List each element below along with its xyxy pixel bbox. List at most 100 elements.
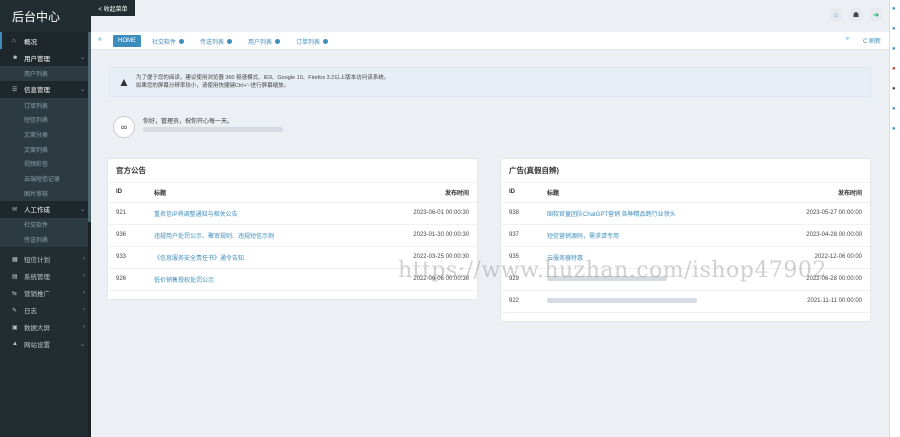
cell-title-link[interactable]: 《信息服务安全责任书》通令告知	[146, 246, 363, 269]
sidebar-subitem-transfer[interactable]: 传送列表	[0, 232, 91, 247]
sidebar-item-label: 日志	[24, 308, 37, 316]
cell-id: 937	[501, 224, 539, 247]
tab-scroll-left-icon[interactable]: «	[98, 36, 102, 43]
cell-title-link[interactable]: 违规用户处罚公示、聚审规则、违规短信示例	[146, 224, 363, 247]
cell-title-link[interactable]: 国软官童团队ChatGPT营销 各种精品跨行业领头	[539, 202, 771, 225]
cell-time: 2023-01-30 00:00:30	[362, 224, 477, 247]
notice-line: 为了便于您的阅读，建议使用浏览器 360 极速模式、IE9、Google 10、…	[135, 75, 390, 81]
app-title: 后台中心	[0, 0, 91, 32]
refresh-button[interactable]: C 刷新	[863, 36, 881, 45]
blurred-title	[547, 297, 697, 303]
sidebar-item-dashboard[interactable]: ▣ 数据大屏 ‹	[0, 319, 91, 336]
close-icon[interactable]	[179, 38, 185, 44]
sidebar-item-log[interactable]: ✎ 日志 ‹	[0, 302, 91, 319]
home-icon: ⌂	[12, 37, 16, 44]
cell-time: 2023-06-01 00:00:30	[362, 202, 477, 225]
tabs: HOME 社交软件 传送列表 用户列表 订单列表	[113, 35, 333, 47]
home-icon[interactable]: ⌂	[829, 8, 843, 22]
cell-time: 2023-04-28 00:00:00	[770, 224, 870, 247]
sidebar-item-marketing[interactable]: ⇆ 营销推广 ‹	[0, 285, 91, 302]
user-icon[interactable]: ☗	[849, 8, 863, 22]
column-header: ID	[501, 183, 539, 203]
sidebar-item-manual[interactable]: ✉ 人工作成 ⌄	[0, 200, 91, 218]
chevron-down-icon: ⌄	[79, 341, 85, 348]
column-header: 标题	[146, 183, 363, 203]
sidebar-item-label: 用户管理	[24, 55, 50, 63]
logout-icon[interactable]: ➜	[869, 8, 883, 22]
tab-label: 订单列表	[296, 39, 321, 46]
edge-icon: ●	[892, 6, 896, 12]
tab-actions: » C 刷新	[846, 36, 881, 45]
close-icon[interactable]	[275, 38, 281, 44]
panel-title: 官方公告	[108, 159, 477, 183]
table-row: 937 短信营销源码，需求请专用 2023-04-28 00:00:00	[501, 224, 870, 247]
cell-title-link[interactable]: 短信营销源码，需求请专用	[539, 224, 771, 247]
warning-icon: ▲	[118, 75, 130, 89]
sidebar-subitem-copy-category[interactable]: 文案分类	[0, 127, 91, 142]
cell-title-link[interactable]	[539, 290, 771, 313]
chevron-left-icon: ‹	[83, 324, 85, 331]
submenu-users: 用户列表	[0, 66, 91, 81]
chevron-left-icon: ‹	[83, 256, 85, 263]
collapse-menu-button[interactable]: < 收起菜单	[91, 0, 135, 16]
edge-icon: ●	[892, 66, 896, 72]
tab-orders[interactable]: 订单列表	[291, 35, 333, 47]
browser-notice: ▲ 为了便于您的阅读，建议使用浏览器 360 极速模式、IE9、Google 1…	[109, 67, 871, 97]
tab-transfer[interactable]: 传送列表	[195, 35, 237, 47]
right-edge-strip: ● ● ● ● ● ● ●	[889, 0, 900, 437]
column-header: 发布时间	[770, 183, 870, 203]
edge-icon: ●	[892, 26, 896, 32]
edge-icon: ●	[892, 106, 896, 112]
sidebar-subitem-video-mms[interactable]: 视频彩信	[0, 156, 91, 171]
sidebar-item-overview[interactable]: ⌂ 概况	[0, 32, 91, 49]
chevron-left-icon: ‹	[83, 307, 85, 314]
sidebar-subitem-image-review[interactable]: 图片审核	[0, 186, 91, 201]
edge-icon: ●	[892, 46, 896, 52]
column-header: ID	[108, 183, 146, 203]
cell-id: 933	[108, 246, 146, 269]
table-row: 921 重名信IP将调整通知与相关公告 2023-06-01 00:00:30	[108, 202, 477, 225]
top-icons: ⌂ ☗ ➜	[829, 8, 883, 22]
tab-bar: « HOME 社交软件 传送列表 用户列表 订单列表 » C 刷新	[91, 32, 889, 50]
tab-label: 社交软件	[152, 39, 177, 46]
table-row: 936 违规用户处罚公示、聚审规则、违规短信示例 2023-01-30 00:0…	[108, 224, 477, 247]
welcome-text: 你好，管理员，祝你开心每一天。	[143, 118, 283, 136]
sidebar-subitem-user-list[interactable]: 用户列表	[0, 66, 91, 81]
sidebar-item-info-management[interactable]: ☰ 信息管理 ⌄	[0, 80, 91, 98]
submenu-info: 订单列表 短信列表 文案分类 文案列表 视频彩信 云端短信记录 图片审核	[0, 97, 91, 201]
sidebar-subitem-cloud-sms[interactable]: 云端短信记录	[0, 171, 91, 186]
cell-title-link[interactable]: 重名信IP将调整通知与相关公告	[146, 202, 363, 225]
sidebar-item-system[interactable]: ▤ 系统管理 ‹	[0, 268, 91, 285]
sidebar-item-label: 人工作成	[24, 207, 50, 214]
tab-users[interactable]: 用户列表	[243, 35, 285, 47]
tab-social[interactable]: 社交软件	[147, 35, 189, 47]
sidebar-item-label: 信息管理	[24, 87, 50, 95]
sidebar-item-sms-plan[interactable]: ▦ 短信计划 ‹	[0, 251, 91, 268]
sidebar-subitem-orders[interactable]: 订单列表	[0, 98, 91, 113]
close-icon[interactable]	[323, 38, 329, 44]
cell-title-link[interactable]: 低价销售授权处罚公示	[146, 268, 363, 291]
share-icon: ⇆	[12, 290, 18, 297]
chevron-down-icon: ⌄	[79, 206, 85, 213]
tab-label: 用户列表	[248, 39, 273, 46]
submenu-manual: 社交软件 传送列表	[0, 217, 91, 247]
sidebar-subitem-copy-list[interactable]: 文案列表	[0, 142, 91, 157]
sidebar-subitem-sms[interactable]: 短信列表	[0, 112, 91, 127]
panel-title: 广告(真假自辨)	[501, 159, 870, 183]
sidebar-item-label: 网站设置	[24, 342, 50, 350]
cell-id: 926	[108, 268, 146, 291]
sidebar-subitem-social[interactable]: 社交软件	[0, 218, 91, 233]
calendar-icon: ▦	[12, 256, 18, 263]
tab-scroll-right-icon[interactable]: »	[846, 36, 849, 45]
sidebar-item-label: 短信计划	[24, 257, 50, 265]
cell-time: 2021-11-11 00:00:00	[770, 290, 870, 313]
column-header: 标题	[539, 183, 771, 203]
sidebar-item-site-settings[interactable]: ▲ 网站设置 ⌄	[0, 336, 91, 353]
chevron-down-icon: ⌄	[79, 86, 85, 93]
tab-home[interactable]: HOME	[113, 35, 141, 47]
mail-icon: ✉	[12, 206, 18, 213]
sidebar-item-user-management[interactable]: ☻ 用户管理 ⌄	[0, 49, 91, 66]
sidebar: 后台中心 ⌂ 概况 ☻ 用户管理 ⌄ 用户列表 ☰ 信息管理 ⌄ 订单列表 短信…	[0, 0, 91, 437]
users-icon: ☻	[12, 54, 19, 61]
close-icon[interactable]	[227, 38, 233, 44]
